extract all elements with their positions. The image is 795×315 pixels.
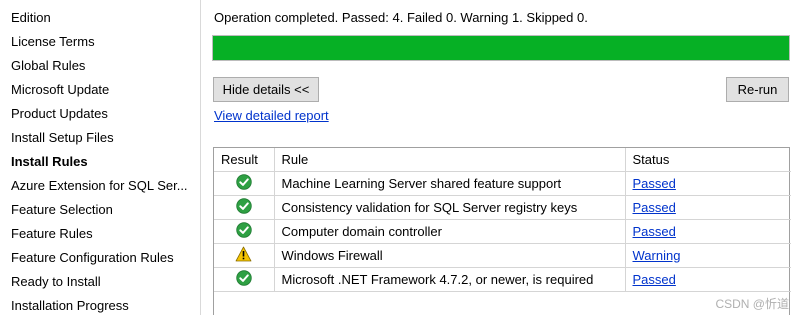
sidebar-item[interactable]: Product Updates [11, 103, 195, 125]
status-cell: Passed [625, 267, 791, 292]
result-cell [214, 219, 275, 244]
rule-cell: Windows Firewall [274, 243, 626, 268]
table-row[interactable]: Windows Firewall Warning [214, 243, 791, 268]
rules-table: Result Rule Status Machine Learning Serv… [213, 147, 791, 315]
sidebar-item[interactable]: Feature Selection [11, 199, 195, 221]
progress-fill [213, 36, 789, 60]
status-link[interactable]: Passed [633, 272, 676, 287]
status-link[interactable]: Passed [633, 224, 676, 239]
hide-details-button[interactable]: Hide details << [213, 77, 319, 102]
sidebar-item[interactable]: Install Rules [11, 151, 195, 173]
table-row[interactable]: Consistency validation for SQL Server re… [214, 195, 791, 220]
status-link[interactable]: Passed [633, 176, 676, 191]
sidebar-item[interactable]: Feature Rules [11, 223, 195, 245]
table-row[interactable]: Microsoft .NET Framework 4.7.2, or newer… [214, 267, 791, 292]
status-link[interactable]: Passed [633, 200, 676, 215]
result-cell [214, 195, 275, 220]
result-cell [214, 267, 275, 292]
sidebar-item[interactable]: Install Setup Files [11, 127, 195, 149]
sidebar-item[interactable]: Feature Configuration Rules [11, 247, 195, 269]
watermark: CSDN @忻道 [715, 297, 789, 311]
result-cell [214, 243, 275, 268]
rule-cell: Consistency validation for SQL Server re… [274, 195, 626, 220]
rule-cell: Machine Learning Server shared feature s… [274, 171, 626, 196]
column-header-status[interactable]: Status [625, 148, 791, 172]
check-icon [236, 269, 252, 289]
sidebar-item[interactable]: Ready to Install [11, 271, 195, 293]
check-icon [236, 197, 252, 217]
table-row[interactable]: Computer domain controller Passed [214, 219, 791, 244]
status-cell: Passed [625, 171, 791, 196]
main-panel: Operation completed. Passed: 4. Failed 0… [201, 0, 795, 315]
sidebar-nav: Edition License Terms Global Rules Microsof… [0, 0, 201, 315]
column-header-result[interactable]: Result [214, 148, 275, 172]
operation-summary: Operation completed. Passed: 4. Failed 0… [214, 10, 588, 25]
rule-cell: Computer domain controller [274, 219, 626, 244]
status-cell: Warning [625, 243, 791, 268]
sidebar-item[interactable]: License Terms [11, 31, 195, 53]
result-cell [214, 171, 275, 196]
table-row[interactable]: Machine Learning Server shared feature s… [214, 171, 791, 196]
check-icon [236, 173, 252, 193]
sidebar-item[interactable]: Azure Extension for SQL Ser... [11, 175, 195, 197]
status-cell: Passed [625, 219, 791, 244]
check-icon [236, 221, 252, 241]
sidebar-item[interactable]: Installation Progress [11, 295, 195, 315]
column-header-rule[interactable]: Rule [274, 148, 626, 172]
sidebar-item[interactable]: Global Rules [11, 55, 195, 77]
warning-icon [235, 246, 252, 265]
status-link[interactable]: Warning [633, 248, 681, 263]
rule-cell: Microsoft .NET Framework 4.7.2, or newer… [274, 267, 626, 292]
status-cell: Passed [625, 195, 791, 220]
sidebar-item[interactable]: Microsoft Update [11, 79, 195, 101]
view-detailed-report-link[interactable]: View detailed report [214, 108, 329, 123]
rerun-button[interactable]: Re-run [726, 77, 789, 102]
progress-bar [212, 35, 790, 61]
sidebar-item[interactable]: Edition [11, 7, 195, 29]
table-header-row: Result Rule Status [214, 148, 791, 172]
